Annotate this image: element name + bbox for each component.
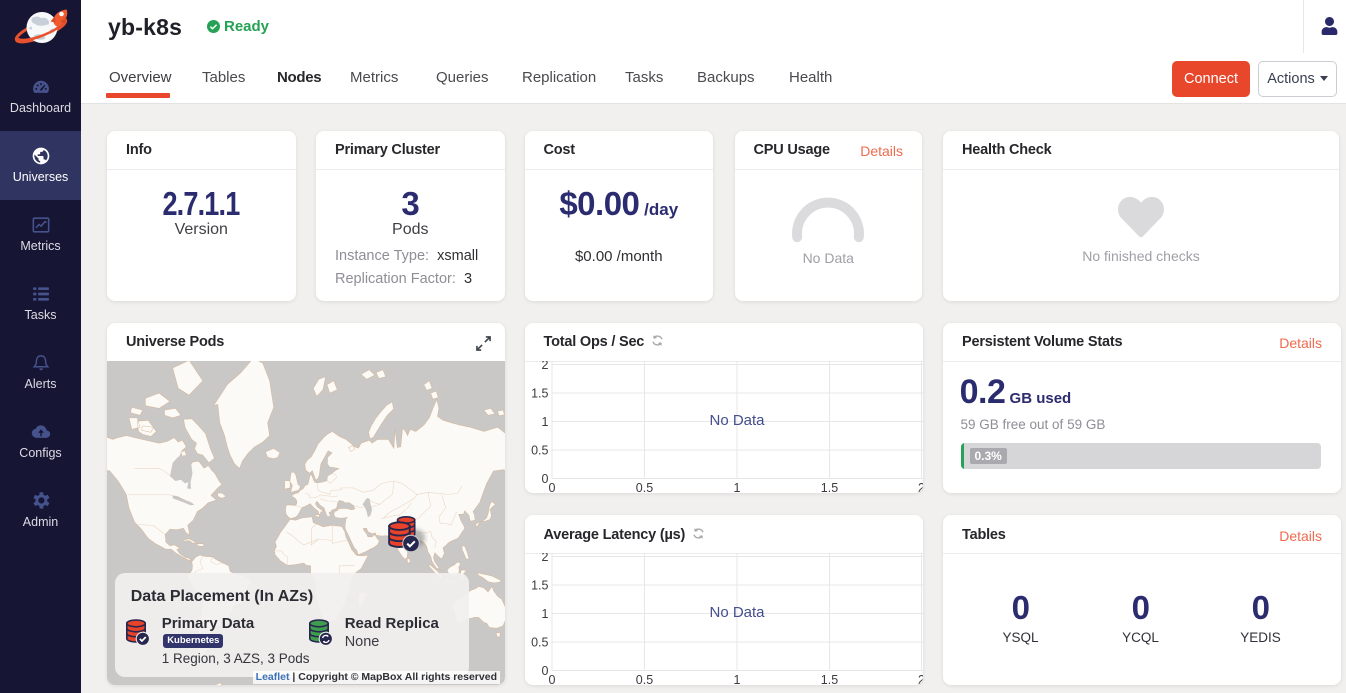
svg-text:2: 2 xyxy=(918,481,923,493)
svg-text:0: 0 xyxy=(541,664,548,678)
svg-text:1.5: 1.5 xyxy=(820,673,837,685)
svg-text:1.5: 1.5 xyxy=(531,386,548,400)
svg-text:0.5: 0.5 xyxy=(531,636,548,650)
svg-text:0.5: 0.5 xyxy=(635,481,652,493)
svg-text:2: 2 xyxy=(541,361,548,372)
svg-text:0: 0 xyxy=(541,472,548,486)
svg-text:No Data: No Data xyxy=(709,604,765,621)
svg-text:1: 1 xyxy=(733,673,740,685)
svg-text:0: 0 xyxy=(548,481,555,493)
svg-text:0.5: 0.5 xyxy=(531,443,548,457)
svg-text:0: 0 xyxy=(548,673,555,685)
svg-text:No Data: No Data xyxy=(709,412,765,429)
svg-text:0.5: 0.5 xyxy=(635,673,652,685)
svg-text:1: 1 xyxy=(541,415,548,429)
svg-text:2: 2 xyxy=(918,673,923,685)
svg-text:1.5: 1.5 xyxy=(820,481,837,493)
svg-text:1: 1 xyxy=(541,607,548,621)
svg-text:1.5: 1.5 xyxy=(531,579,548,593)
svg-text:1: 1 xyxy=(733,481,740,493)
svg-text:2: 2 xyxy=(541,553,548,564)
